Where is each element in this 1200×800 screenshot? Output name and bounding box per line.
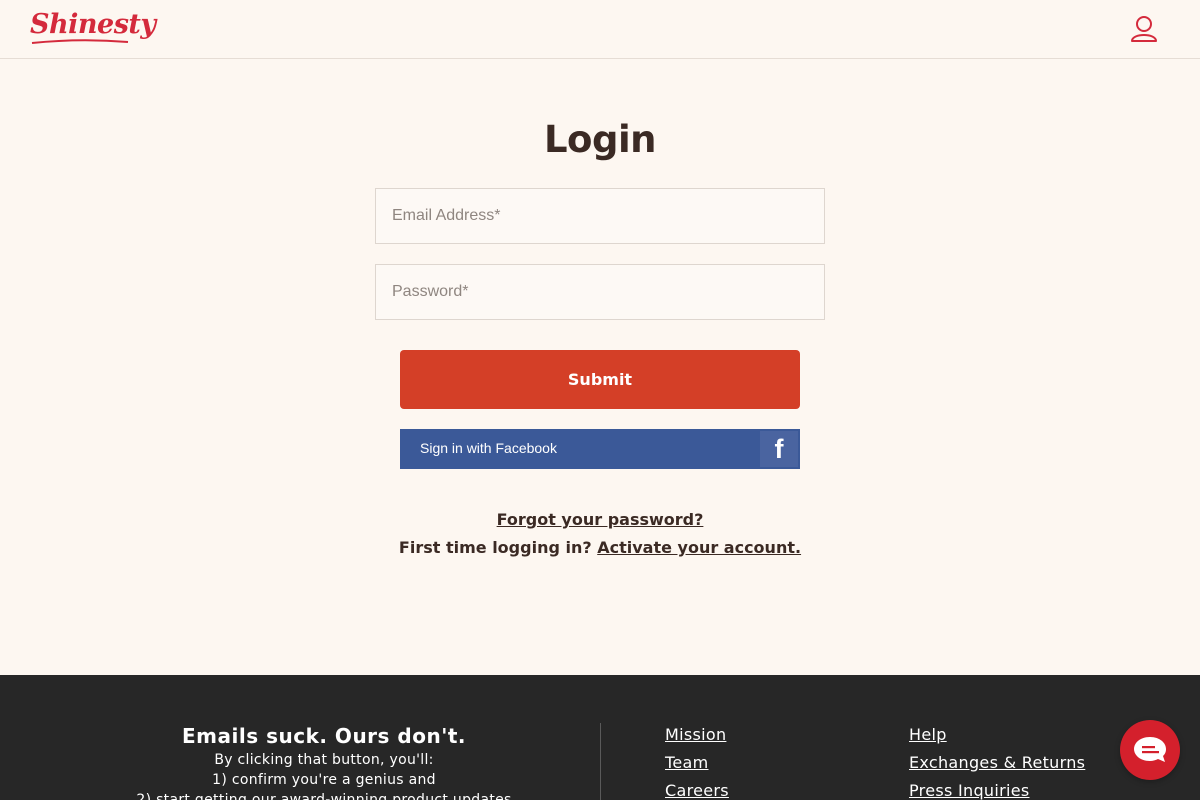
facebook-icon-box: f — [760, 431, 798, 467]
footer-newsletter-line-2: 1) confirm you're a genius and — [212, 772, 436, 788]
site-header: Shinesty — [0, 0, 1200, 59]
footer-divider — [600, 723, 601, 800]
user-account-icon[interactable] — [1130, 15, 1158, 43]
activate-account-row: First time logging in? Activate your acc… — [0, 538, 1200, 557]
first-time-text: First time logging in? — [398, 538, 592, 557]
footer-link-team[interactable]: Team — [665, 753, 709, 772]
password-field[interactable] — [375, 264, 825, 320]
facebook-signin-button[interactable]: Sign in with Facebook f — [400, 429, 800, 469]
footer-newsletter-heading: Emails suck. Ours don't. — [182, 724, 466, 748]
page-title: Login — [543, 118, 657, 161]
facebook-signin-label: Sign in with Facebook — [420, 440, 557, 456]
submit-button[interactable]: Submit — [400, 350, 800, 409]
logo-swoosh-icon — [31, 39, 129, 44]
footer-link-careers[interactable]: Careers — [665, 781, 729, 800]
chat-button[interactable] — [1120, 720, 1180, 780]
activate-account-link[interactable]: Activate your account. — [597, 538, 801, 557]
footer-link-mission[interactable]: Mission — [665, 725, 726, 744]
footer-newsletter-line-3: 2) start getting our award-winning produ… — [136, 792, 512, 800]
footer-link-help[interactable]: Help — [909, 725, 947, 744]
footer-link-exchanges-returns[interactable]: Exchanges & Returns — [909, 753, 1085, 772]
email-field[interactable] — [375, 188, 825, 244]
site-footer: Emails suck. Ours don't. By clicking tha… — [0, 675, 1200, 800]
forgot-password-row: Forgot your password? — [0, 510, 1200, 529]
shinesty-logo[interactable]: Shinesty — [30, 9, 156, 40]
footer-link-press-inquiries[interactable]: Press Inquiries — [909, 781, 1030, 800]
facebook-icon: f — [774, 433, 784, 464]
footer-newsletter-line-1: By clicking that button, you'll: — [214, 752, 434, 768]
forgot-password-link[interactable]: Forgot your password? — [497, 510, 704, 529]
chat-icon — [1134, 737, 1166, 762]
